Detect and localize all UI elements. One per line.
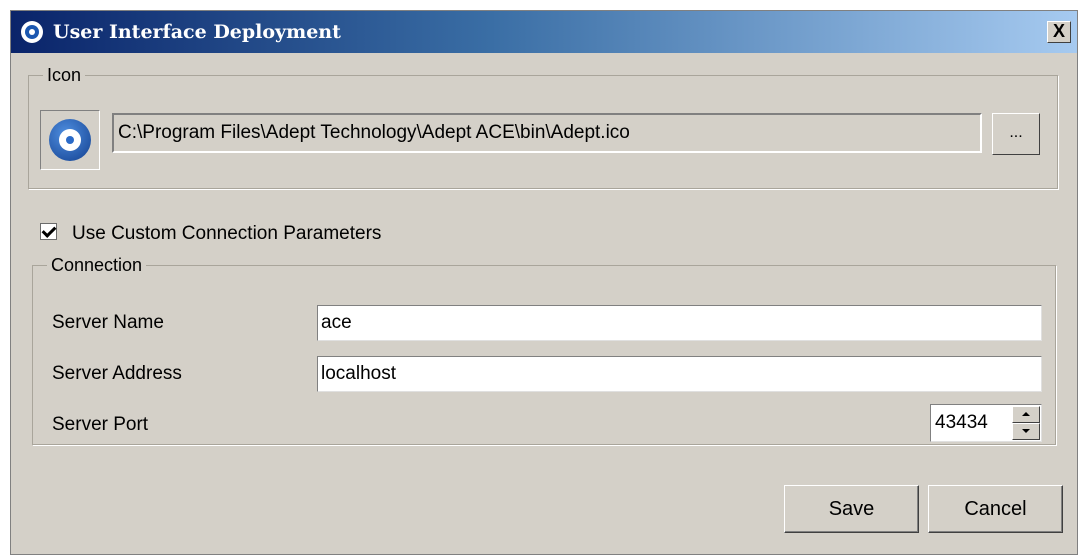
icon-group-legend: Icon <box>47 65 82 85</box>
spin-down-icon[interactable] <box>1012 423 1040 440</box>
adept-logo-icon <box>21 21 43 43</box>
server-name-input[interactable]: ace <box>317 305 1042 341</box>
stepper-buttons <box>1012 406 1040 440</box>
connection-group: Connection <box>32 255 1056 445</box>
checkmark-icon <box>41 223 57 238</box>
window-title: User Interface Deployment <box>53 21 341 43</box>
server-port-stepper[interactable]: 43434 <box>930 404 1042 442</box>
icon-path-field[interactable]: C:\Program Files\Adept Technology\Adept … <box>112 113 982 153</box>
spin-up-icon[interactable] <box>1012 406 1040 423</box>
icon-preview <box>40 110 100 170</box>
title-bar[interactable]: User Interface Deployment X <box>11 11 1077 53</box>
cancel-button[interactable]: Cancel <box>928 485 1063 533</box>
connection-group-legend: Connection <box>51 255 143 275</box>
browse-button[interactable]: ... <box>992 113 1040 155</box>
custom-params-label[interactable]: Use Custom Connection Parameters <box>72 222 381 246</box>
custom-params-checkbox[interactable] <box>40 223 57 240</box>
server-name-label: Server Name <box>52 312 164 333</box>
adept-logo-icon <box>49 119 91 161</box>
server-port-value[interactable]: 43434 <box>935 405 988 441</box>
server-address-input[interactable]: localhost <box>317 356 1042 392</box>
server-port-label: Server Port <box>52 414 149 435</box>
server-address-label: Server Address <box>52 363 182 384</box>
close-button[interactable]: X <box>1047 21 1071 43</box>
save-button[interactable]: Save <box>784 485 919 533</box>
